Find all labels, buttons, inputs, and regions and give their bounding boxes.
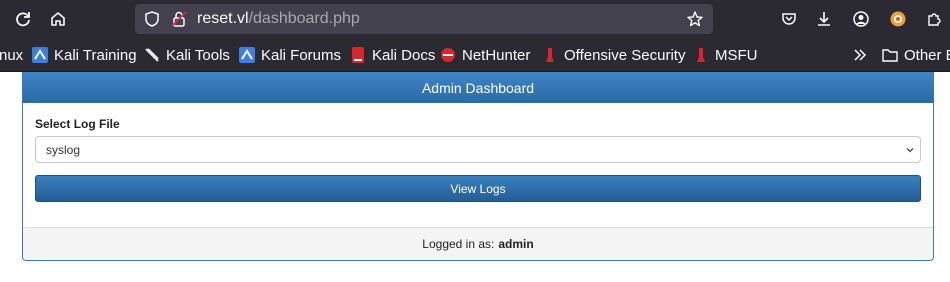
panel-title: Admin Dashboard — [23, 72, 933, 103]
bookmark-nethunter[interactable]: NetHunter — [440, 46, 530, 64]
bookmarks-toolbar: nux Kali Training Kali Tools Kali Forums… — [0, 38, 950, 72]
kali-dragon-icon — [32, 47, 48, 63]
selected-log-value: syslog — [46, 143, 81, 157]
admin-dashboard-panel: Admin Dashboard Select Log File syslog V… — [22, 72, 934, 261]
bookmark-label: Kali Docs — [372, 46, 436, 64]
kali-dragon-icon — [145, 48, 159, 62]
kali-docs-icon — [352, 47, 364, 63]
pocket-icon[interactable] — [777, 7, 801, 31]
extension-fox-icon[interactable] — [886, 7, 910, 31]
bookmark-label: Kali Forums — [261, 46, 342, 64]
bookmark-label: MSFU — [715, 46, 758, 64]
bookmark-label: nux — [0, 46, 24, 64]
bookmark-offensive-security[interactable]: Offensive Security — [542, 46, 685, 64]
bookmark-msfu[interactable]: MSFU — [693, 46, 758, 64]
bookmark-kali-tools[interactable]: Kali Tools — [144, 46, 230, 64]
shield-icon[interactable] — [143, 10, 161, 28]
bookmark-star-icon[interactable] — [686, 10, 704, 28]
account-icon[interactable] — [849, 7, 873, 31]
bookmark-kali-training[interactable]: Kali Training — [32, 46, 137, 64]
view-logs-button[interactable]: View Logs — [35, 175, 921, 202]
url-text[interactable]: reset.vl/dashboard.php — [197, 9, 360, 29]
bookmark-label: Offensive Security — [564, 46, 686, 64]
log-file-select[interactable]: syslog — [35, 136, 921, 163]
bookmark-label: NetHunter — [462, 46, 531, 64]
home-icon[interactable] — [46, 7, 70, 31]
reload-icon[interactable] — [11, 7, 35, 31]
chevron-down-icon — [906, 148, 914, 153]
select-log-label: Select Log File — [35, 117, 120, 131]
url-host: reset.vl — [197, 10, 249, 27]
folder-icon — [882, 49, 898, 62]
logged-in-username: admin — [498, 237, 534, 251]
insecure-lock-icon[interactable] — [170, 10, 188, 28]
url-path: /dashboard.php — [248, 10, 360, 27]
offsec-icon — [546, 48, 554, 62]
browser-toolbar: reset.vl/dashboard.php — [0, 0, 950, 38]
downloads-icon[interactable] — [812, 7, 836, 31]
extensions-puzzle-icon[interactable] — [922, 7, 946, 31]
bookmark-item[interactable]: nux — [0, 46, 23, 64]
url-bar[interactable]: reset.vl/dashboard.php — [135, 4, 713, 34]
logged-in-footer: Logged in as: admin — [23, 227, 933, 260]
bookmark-label: Other B — [904, 46, 950, 64]
nethunter-icon — [441, 48, 455, 62]
bookmarks-overflow-icon[interactable] — [852, 46, 868, 64]
logged-in-prefix: Logged in as: — [422, 237, 495, 251]
bookmark-label: Kali Training — [54, 46, 137, 64]
bookmark-kali-forums[interactable]: Kali Forums — [239, 46, 341, 64]
bookmark-kali-docs[interactable]: Kali Docs — [350, 46, 435, 64]
bookmark-label: Kali Tools — [166, 46, 230, 64]
kali-dragon-icon — [239, 47, 255, 63]
offsec-icon — [697, 48, 705, 62]
bookmark-other-bookmarks[interactable]: Other B — [882, 46, 950, 64]
